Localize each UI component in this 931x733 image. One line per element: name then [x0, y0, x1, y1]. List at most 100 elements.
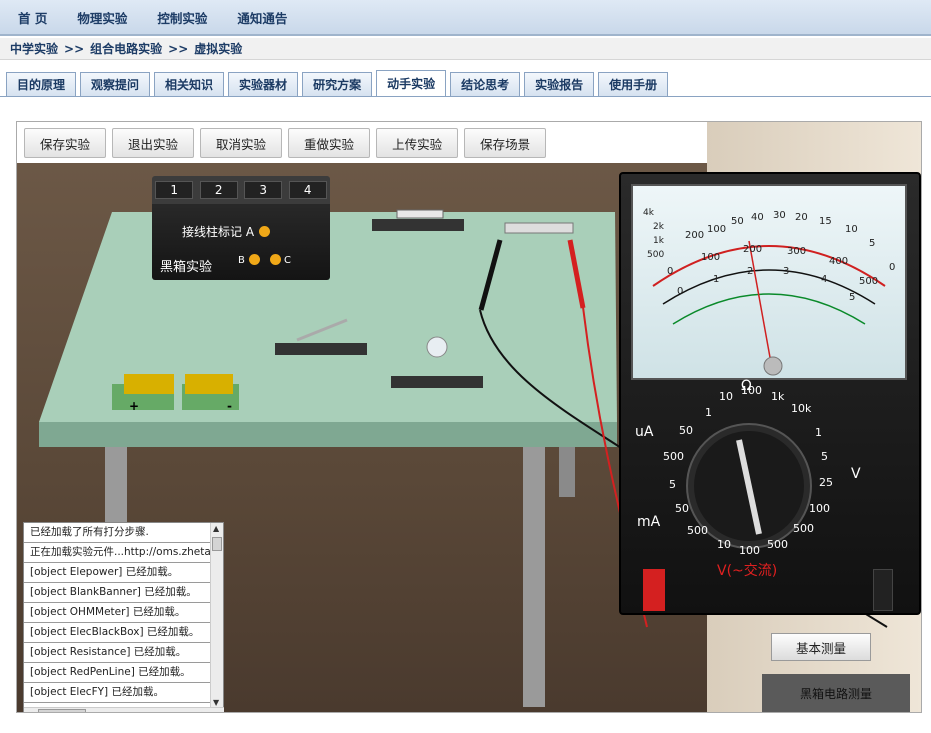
range-v-25[interactable]: 25: [819, 476, 833, 489]
black-box-title: 黑箱实验: [160, 260, 213, 275]
red-probe-jack[interactable]: [643, 569, 665, 611]
range-ma-50[interactable]: 50: [675, 502, 689, 515]
range-vac-10[interactable]: 10: [717, 538, 731, 551]
vac-label: V(~交流): [717, 563, 778, 579]
multimeter[interactable]: 4k 2k 1k 500 200 100 50 40 30 20 15 10 5…: [619, 172, 921, 615]
black-box-measure-button[interactable]: 黑箱电路测量: [762, 674, 910, 712]
ohm-scale-100: 100: [707, 224, 727, 235]
ohm-scale-200: 200: [685, 230, 705, 241]
log-horizontal-scrollbar[interactable]: ◀ ▶: [24, 707, 224, 712]
bulb[interactable]: [426, 336, 448, 358]
switch-lever[interactable]: [296, 318, 348, 342]
ohm-scale-15: 15: [819, 216, 832, 227]
tab-observe[interactable]: 观察提问: [80, 72, 151, 96]
range-v-5[interactable]: 5: [821, 450, 828, 463]
tab-hands-on[interactable]: 动手实验: [376, 70, 447, 96]
range-ohm-10k[interactable]: 10k: [791, 402, 811, 415]
range-ma-500[interactable]: 500: [687, 524, 708, 537]
battery[interactable]: [185, 374, 233, 394]
diode[interactable]: [504, 222, 574, 234]
log-item: [object RedPenLine] 已经加载。: [24, 663, 211, 683]
nav-control[interactable]: 控制实验: [157, 8, 207, 27]
range-ua-500[interactable]: 500: [663, 450, 684, 463]
table-leg: [523, 447, 545, 707]
terminal-c-label: C: [284, 255, 291, 266]
log-item: [object Elepower] 已经加载。: [24, 563, 211, 583]
terminal-b-dot[interactable]: [249, 254, 260, 265]
needle-pivot: [763, 356, 783, 376]
scroll-right-icon[interactable]: ▶: [202, 710, 208, 712]
range-v-100[interactable]: 100: [809, 502, 830, 515]
red-probe[interactable]: [567, 239, 586, 309]
log-item: 已经加载了所有打分步骤.: [24, 523, 211, 543]
crumb-middle-school[interactable]: 中学实验: [10, 40, 58, 57]
save-experiment-button[interactable]: 保存实验: [24, 128, 107, 158]
terminal-mark-label: 接线柱标记 A: [182, 225, 255, 239]
range-v-500[interactable]: 500: [793, 522, 814, 535]
ua-label: uA: [635, 424, 654, 440]
terminal-c-dot[interactable]: [270, 254, 281, 265]
scroll-up-icon[interactable]: ▲: [213, 524, 219, 533]
experiment-scene[interactable]: 保存实验 退出实验 取消实验 重做实验 上传实验 保存场景 1 2 3 4 接线…: [16, 121, 922, 713]
tab-purpose[interactable]: 目的原理: [6, 72, 77, 96]
tab-divider: [0, 96, 931, 97]
tab-plan[interactable]: 研究方案: [302, 72, 373, 96]
scroll-thumb[interactable]: [38, 709, 86, 712]
scroll-thumb[interactable]: [212, 537, 222, 551]
log-panel[interactable]: 已经加载了所有打分步骤. 正在加载实验元件...http://oms.zheta…: [23, 522, 224, 712]
tab-knowledge[interactable]: 相关知识: [154, 72, 225, 96]
scroll-down-icon[interactable]: ▼: [213, 698, 219, 707]
nav-physics[interactable]: 物理实验: [77, 8, 127, 27]
range-ohm-1k[interactable]: 1k: [771, 390, 784, 403]
black-box[interactable]: 1 2 3 4 接线柱标记 A B C 黑箱实验: [152, 176, 330, 280]
redo-experiment-button[interactable]: 重做实验: [288, 128, 371, 158]
scroll-left-icon[interactable]: ◀: [26, 710, 32, 712]
tab-equipment[interactable]: 实验器材: [228, 72, 299, 96]
black-probe[interactable]: [478, 239, 503, 311]
tab-conclusion[interactable]: 结论思考: [450, 72, 521, 96]
experiment-toolbar: 保存实验 退出实验 取消实验 重做实验 上传实验 保存场景: [24, 128, 547, 158]
range-vac-500[interactable]: 500: [767, 538, 788, 551]
crumb-circuit[interactable]: 组合电路实验: [90, 40, 162, 57]
terminal-3[interactable]: 3: [244, 181, 283, 199]
table-edge: [39, 422, 617, 447]
upload-experiment-button[interactable]: 上传实验: [376, 128, 459, 158]
terminal-b-label: B: [238, 255, 245, 266]
basic-measure-button[interactable]: 基本测量: [771, 633, 871, 661]
terminal-4[interactable]: 4: [288, 181, 327, 199]
tab-report[interactable]: 实验报告: [524, 72, 595, 96]
cancel-experiment-button[interactable]: 取消实验: [200, 128, 283, 158]
ohm-scale-0: 0: [889, 262, 896, 273]
ohm-scale-4k: 4k: [643, 208, 654, 218]
nav-notice[interactable]: 通知通告: [237, 8, 287, 27]
save-scene-button[interactable]: 保存场景: [464, 128, 547, 158]
range-ua-50[interactable]: 50: [679, 424, 693, 437]
terminal-a-dot[interactable]: [259, 226, 270, 237]
tab-manual[interactable]: 使用手册: [598, 72, 669, 96]
range-ma-5[interactable]: 5: [669, 478, 676, 491]
terminal-2[interactable]: 2: [199, 181, 238, 199]
range-ohm-10[interactable]: 10: [719, 390, 733, 403]
low-scale-0: 0: [677, 286, 684, 297]
range-vac-100[interactable]: 100: [739, 544, 760, 557]
table-leg: [559, 447, 575, 497]
tab-strip: 目的原理 观察提问 相关知识 实验器材 研究方案 动手实验 结论思考 实验报告 …: [6, 70, 669, 96]
terminal-1[interactable]: 1: [155, 181, 194, 199]
ma-label: mA: [637, 514, 661, 530]
nav-home[interactable]: 首 页: [18, 8, 47, 27]
battery[interactable]: [124, 374, 174, 394]
ohm-scale-5: 5: [869, 238, 876, 249]
range-v-1[interactable]: 1: [815, 426, 822, 439]
resistor[interactable]: [396, 209, 444, 219]
low-scale-3: 3: [783, 266, 790, 277]
dc-scale-200: 200: [743, 244, 763, 255]
log-item: [object ElecFY] 已经加载。: [24, 683, 211, 703]
exit-experiment-button[interactable]: 退出实验: [112, 128, 195, 158]
range-ohm-1[interactable]: 1: [705, 406, 712, 419]
log-vertical-scrollbar[interactable]: ▲ ▼: [210, 523, 223, 708]
black-probe-jack[interactable]: [873, 569, 893, 611]
top-nav: 首 页 物理实验 控制实验 通知通告: [0, 0, 931, 36]
range-ohm-100[interactable]: 100: [741, 384, 762, 397]
battery-plus-label: +: [129, 399, 140, 413]
ohm-scale-1k: 1k: [653, 236, 664, 246]
